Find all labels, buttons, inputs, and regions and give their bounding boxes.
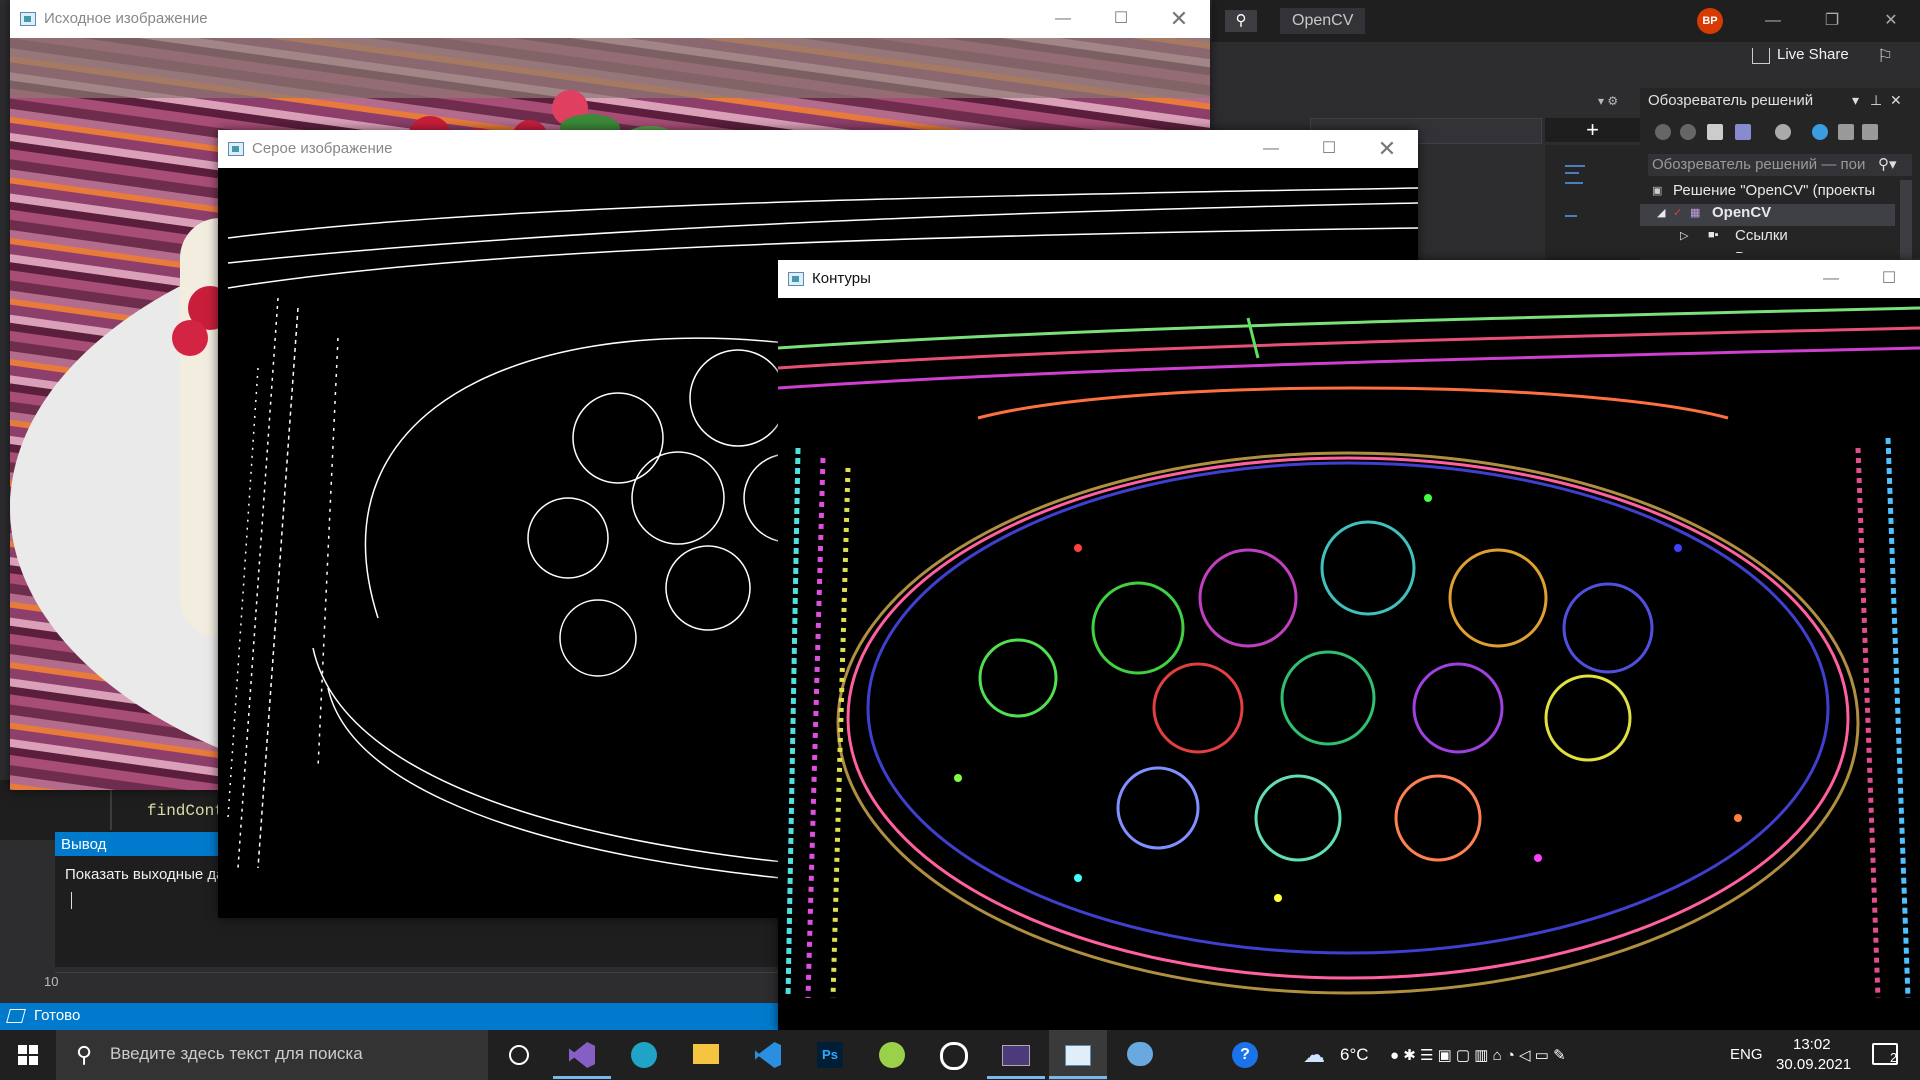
minimize-icon[interactable]: — (1751, 6, 1795, 36)
solution-search-placeholder: Обозреватель решений — пои (1652, 156, 1866, 173)
split-icon[interactable]: + (1545, 118, 1640, 142)
windows-start-icon[interactable] (18, 1045, 38, 1065)
paint-icon[interactable] (1111, 1030, 1169, 1080)
opencv-window-icon[interactable] (1049, 1030, 1107, 1080)
code-line[interactable]: findCont (147, 802, 224, 820)
search-icon[interactable]: ⚲▾ (1878, 155, 1897, 173)
project-icon: ▦ (1690, 207, 1701, 219)
restore-icon[interactable]: ❐ (1810, 6, 1854, 36)
search-icon[interactable]: ⚲ (1225, 10, 1257, 32)
app-icon (20, 12, 36, 26)
active-indicator (1049, 1076, 1107, 1079)
file-explorer-icon[interactable] (677, 1030, 735, 1080)
clock-time[interactable]: 13:02 (1793, 1036, 1831, 1053)
switch-views-icon[interactable] (1735, 124, 1751, 140)
check-icon: ✓ (1673, 207, 1683, 219)
close-icon[interactable]: ✕ (1150, 0, 1208, 38)
contour-drawing (778, 306, 1920, 999)
vs-code-icon[interactable] (739, 1030, 797, 1080)
back-icon[interactable] (1655, 124, 1671, 140)
clock-date[interactable]: 30.09.2021 (1776, 1056, 1851, 1073)
minimize-icon[interactable]: — (1802, 260, 1860, 298)
language-indicator[interactable]: ENG (1730, 1046, 1763, 1063)
windows-logo (18, 1045, 38, 1065)
app-icon[interactable] (925, 1030, 983, 1080)
feedback-icon[interactable]: ⚐ (1877, 46, 1893, 67)
tray-icons[interactable]: ● ✱ ☰ ▣ ▢ ▥ ⌂ ◔ ◁ ▭ ✎ (1390, 1046, 1566, 1064)
code-gutter (110, 790, 112, 830)
tree-item-solution[interactable]: Решение "OpenCV" (проекты (1673, 182, 1875, 199)
search-icon: ⚲ (76, 1042, 93, 1067)
active-indicator (987, 1076, 1045, 1079)
app-icon (788, 272, 804, 286)
weather-temperature[interactable]: 6°C (1340, 1045, 1369, 1065)
minimap-line (1565, 182, 1583, 184)
history-icon[interactable] (1775, 124, 1791, 140)
pin-icon[interactable]: ⊥ (1870, 92, 1882, 109)
edge-icon[interactable] (615, 1030, 673, 1080)
window-title-bar[interactable]: Серое изображение — ☐ ✕ (218, 130, 1418, 168)
close-icon[interactable]: ✕ (1869, 6, 1913, 36)
maximize-icon[interactable]: ☐ (1300, 130, 1358, 168)
maximize-icon[interactable]: ☐ (1092, 0, 1150, 38)
text-caret (71, 892, 72, 909)
line-number: 10 (44, 974, 59, 989)
home-icon[interactable] (1707, 124, 1723, 140)
app-icon (228, 142, 244, 156)
avatar[interactable]: BP (1697, 8, 1723, 34)
output-scrollbar[interactable] (55, 972, 780, 989)
close-icon[interactable]: ✕ (1358, 130, 1416, 168)
cloud-icon[interactable]: ☁ (1303, 1042, 1325, 1068)
expand-icon[interactable]: ▷ (1680, 229, 1688, 242)
contours-window[interactable]: Контуры — ☐ (778, 260, 1920, 1030)
minimize-icon[interactable]: — (1242, 130, 1300, 168)
status-text: Готово (34, 1007, 81, 1024)
photoshop-icon[interactable]: Ps (801, 1030, 859, 1080)
minimap-line (1565, 172, 1579, 174)
show-output-from-label: Показать выходные да (65, 866, 225, 883)
minimap[interactable] (1545, 145, 1640, 260)
forward-icon[interactable] (1680, 124, 1696, 140)
minimap-line (1565, 165, 1585, 167)
share-icon (1752, 48, 1770, 64)
task-view-icon[interactable] (490, 1030, 548, 1080)
tree-item-references[interactable]: Ссылки (1735, 227, 1788, 244)
close-icon[interactable]: ✕ (1890, 92, 1902, 109)
active-indicator (553, 1076, 611, 1079)
window-title: Серое изображение (252, 140, 393, 157)
window-title-bar[interactable]: Исходное изображение — ☐ ✕ (10, 0, 1210, 38)
taskbar-search-placeholder: Введите здесь текст для поиска (110, 1044, 363, 1063)
collapse-icon[interactable] (1838, 124, 1854, 140)
live-share-button[interactable]: Live Share (1777, 46, 1849, 63)
refresh-icon[interactable] (1812, 124, 1828, 140)
scrollbar[interactable] (1900, 180, 1912, 260)
vs-project-name: OpenCV (1280, 8, 1366, 34)
output-title: Вывод (61, 836, 107, 853)
window-title: Контуры (812, 270, 871, 287)
references-icon: ■▪ (1708, 229, 1719, 241)
visual-studio-icon[interactable] (553, 1030, 611, 1080)
contour-image (778, 298, 1920, 1030)
dropdown-icon[interactable]: ▾ (1852, 92, 1859, 109)
window-title: Исходное изображение (44, 10, 208, 27)
solution-icon: ▣ (1652, 185, 1663, 197)
help-icon[interactable]: ? (1232, 1042, 1258, 1068)
minimize-icon[interactable]: — (1034, 0, 1092, 38)
solution-explorer-title: Обозреватель решений (1648, 92, 1814, 109)
window-title-bar[interactable]: Контуры — ☐ (778, 260, 1920, 298)
show-all-icon[interactable] (1862, 124, 1878, 140)
expand-icon[interactable]: ◢ (1657, 206, 1665, 219)
notification-count: 2 (1890, 1050, 1898, 1065)
status-bar (0, 1003, 780, 1030)
tree-item-project[interactable]: OpenCV (1712, 204, 1771, 221)
minimap-line (1565, 215, 1577, 217)
console-icon[interactable] (987, 1030, 1045, 1080)
maximize-icon[interactable]: ☐ (1860, 260, 1918, 298)
app-icon[interactable] (863, 1030, 921, 1080)
